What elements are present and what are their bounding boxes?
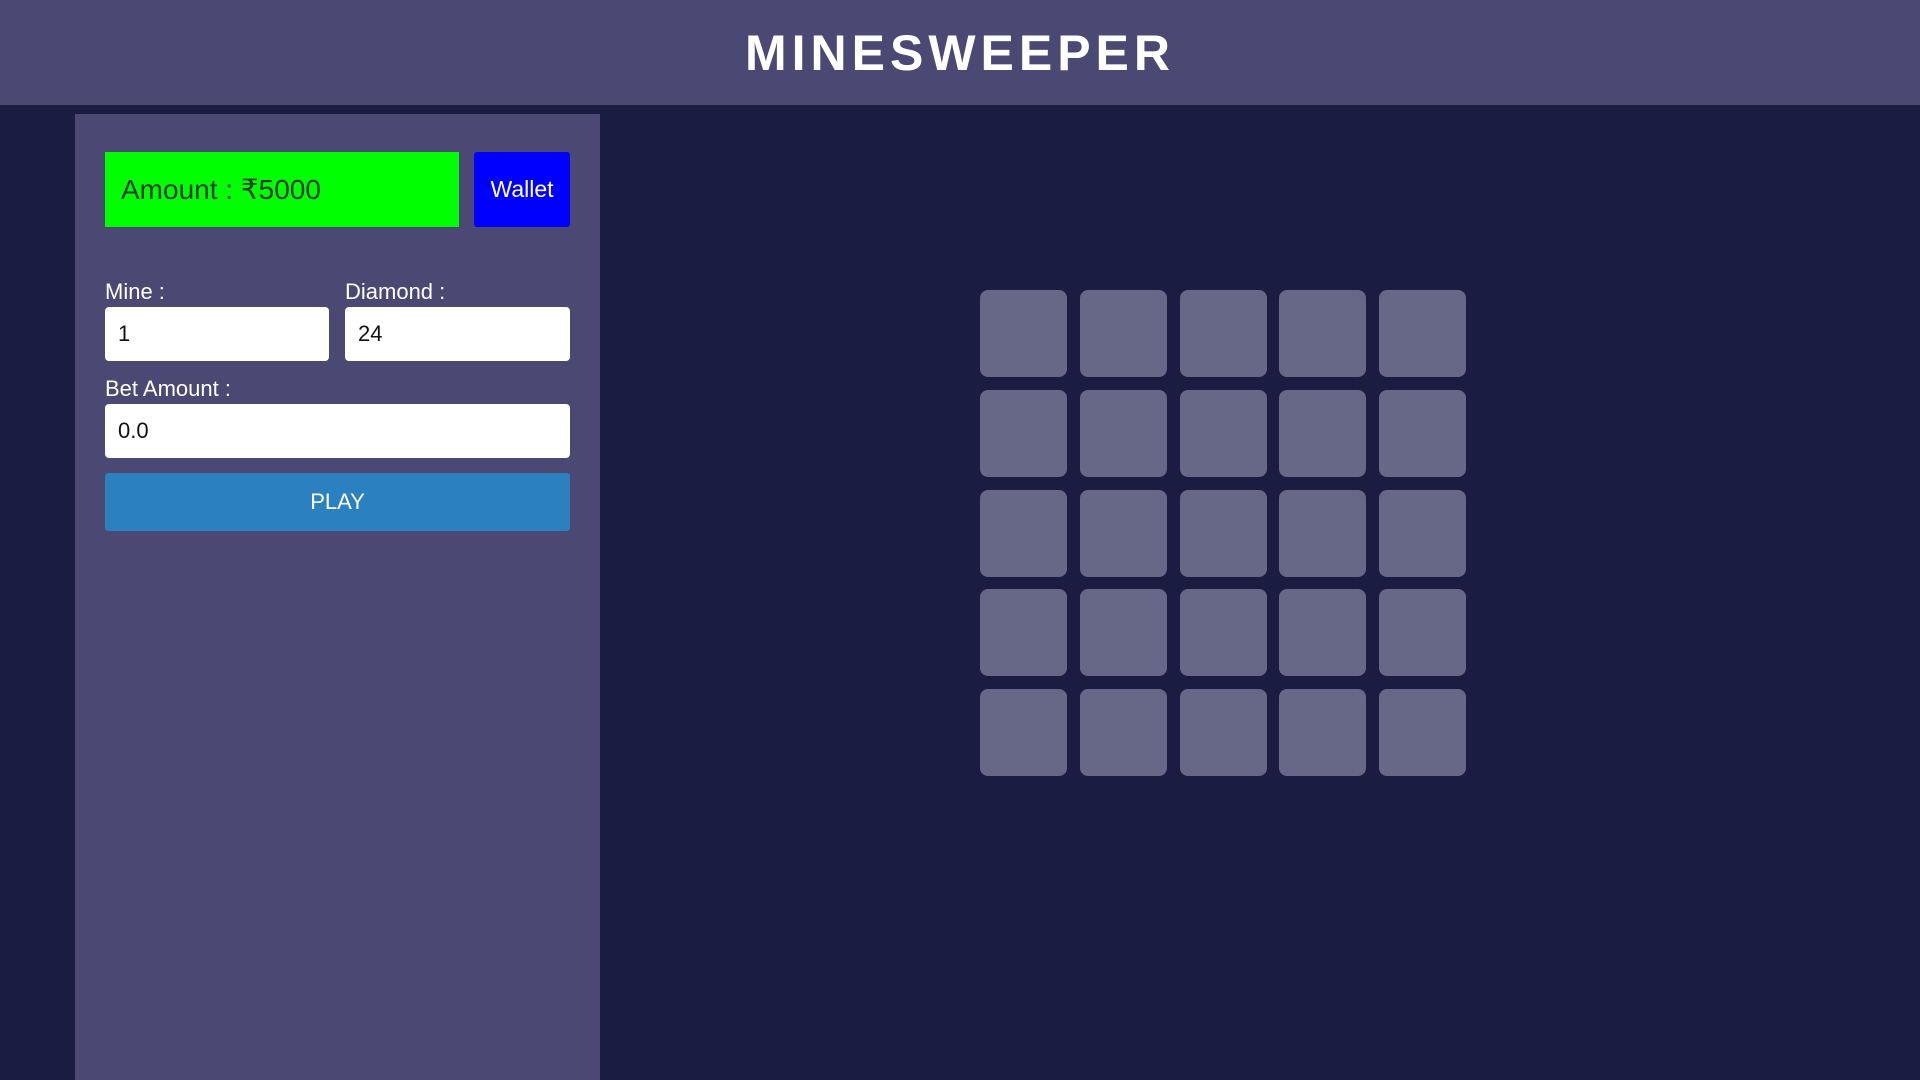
grid-tile[interactable]: [1379, 489, 1466, 577]
grid-tile[interactable]: [1379, 290, 1466, 377]
header-bar: MINESWEEPER: [0, 0, 1920, 105]
wallet-button[interactable]: Wallet: [474, 152, 570, 227]
grid-tile[interactable]: [1379, 689, 1466, 776]
grid-tile[interactable]: [1279, 689, 1367, 776]
grid-tile[interactable]: [1179, 689, 1267, 776]
mine-grid: [980, 290, 1466, 776]
grid-tile[interactable]: [1279, 489, 1367, 577]
diamond-label: Diamond :: [345, 279, 446, 304]
play-button[interactable]: PLAY: [105, 473, 570, 531]
grid-tile[interactable]: [1279, 290, 1367, 377]
grid-tile[interactable]: [1079, 290, 1167, 377]
grid-tile[interactable]: [1379, 589, 1466, 677]
bet-amount-input[interactable]: [105, 404, 570, 458]
grid-tile[interactable]: [1379, 389, 1466, 477]
grid-tile[interactable]: [1079, 489, 1167, 577]
grid-tile[interactable]: [1079, 689, 1167, 776]
control-panel: Amount : ₹5000 Wallet Mine : Diamond : B…: [75, 114, 600, 1080]
amount-display: Amount : ₹5000: [105, 152, 459, 227]
grid-tile[interactable]: [1279, 589, 1367, 677]
grid-tile[interactable]: [980, 389, 1067, 477]
grid-tile[interactable]: [1079, 589, 1167, 677]
grid-tile[interactable]: [1179, 290, 1267, 377]
grid-tile[interactable]: [1179, 489, 1267, 577]
diamond-input[interactable]: [345, 307, 570, 361]
grid-tile[interactable]: [1179, 589, 1267, 677]
page-title: MINESWEEPER: [744, 24, 1176, 81]
mine-label: Mine :: [105, 279, 165, 304]
bet-amount-label: Bet Amount :: [105, 376, 231, 401]
grid-tile[interactable]: [980, 290, 1067, 377]
grid-tile[interactable]: [1279, 389, 1367, 477]
mine-input[interactable]: [105, 307, 329, 361]
grid-tile[interactable]: [1079, 389, 1167, 477]
grid-tile[interactable]: [1179, 389, 1267, 477]
grid-tile[interactable]: [980, 689, 1067, 776]
grid-tile[interactable]: [980, 589, 1067, 677]
grid-tile[interactable]: [980, 489, 1067, 577]
